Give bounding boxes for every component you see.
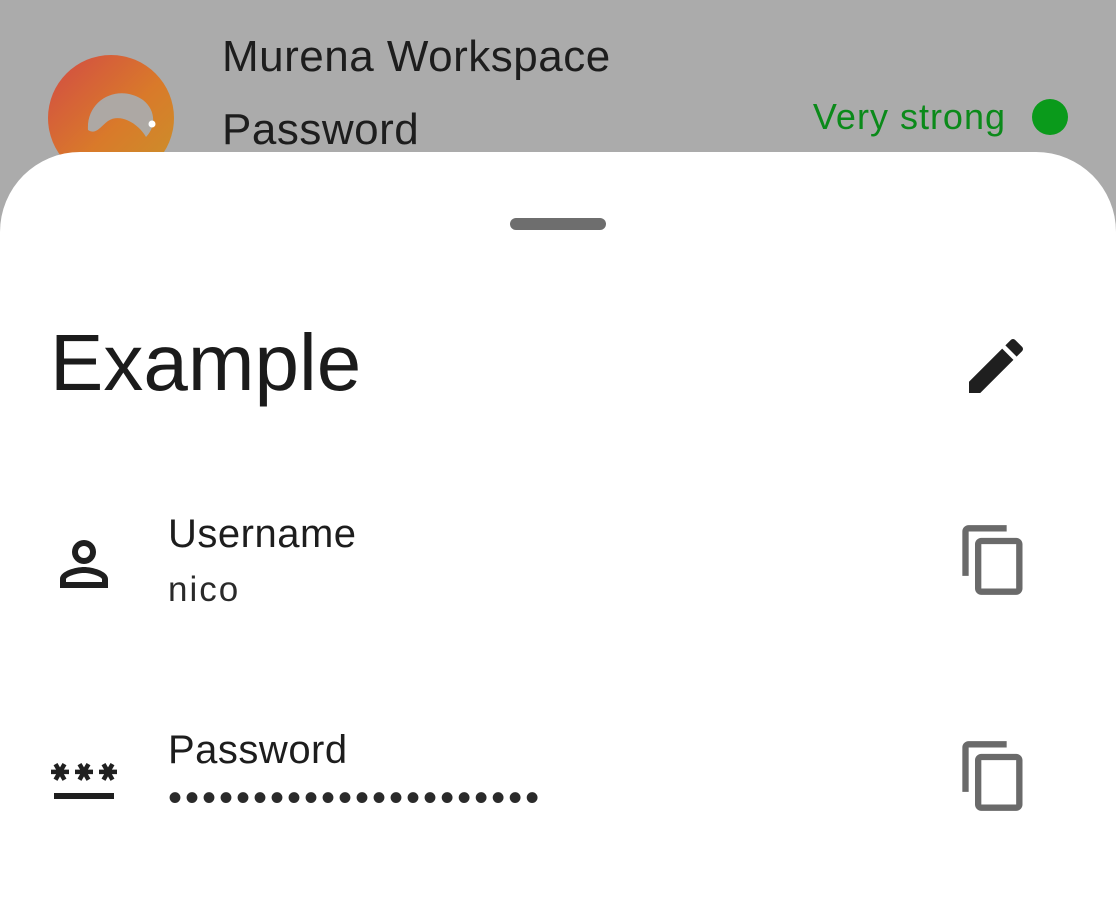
password-field-row: Password •••••••••••••••••••••• bbox=[0, 718, 1116, 848]
background-password-list-item: Murena Workspace Password Very strong bbox=[0, 0, 1116, 181]
background-item-title: Murena Workspace bbox=[222, 32, 611, 81]
copy-icon bbox=[956, 741, 1032, 818]
background-item-subtitle: Password bbox=[222, 105, 420, 154]
edit-button[interactable] bbox=[960, 330, 1032, 402]
username-field-row: Username nico bbox=[0, 502, 1116, 632]
strength-label: Very strong bbox=[812, 96, 1006, 137]
pencil-icon bbox=[960, 338, 1032, 406]
copy-password-button[interactable] bbox=[956, 738, 1032, 814]
copy-username-button[interactable] bbox=[956, 522, 1032, 598]
copy-icon bbox=[956, 525, 1032, 602]
sheet-drag-handle[interactable] bbox=[510, 218, 606, 230]
details-bottom-sheet: Example Username nico Password •••••••••… bbox=[0, 152, 1116, 920]
person-icon bbox=[48, 528, 120, 600]
strength-dot-icon bbox=[1032, 99, 1068, 135]
username-value: nico bbox=[168, 570, 241, 609]
username-label: Username bbox=[168, 512, 357, 556]
password-strength-indicator: Very strong bbox=[813, 96, 1068, 138]
entry-title: Example bbox=[50, 318, 362, 407]
password-value-masked: •••••••••••••••••••••• bbox=[168, 776, 543, 820]
password-label: Password bbox=[168, 728, 348, 772]
password-icon bbox=[48, 742, 120, 814]
